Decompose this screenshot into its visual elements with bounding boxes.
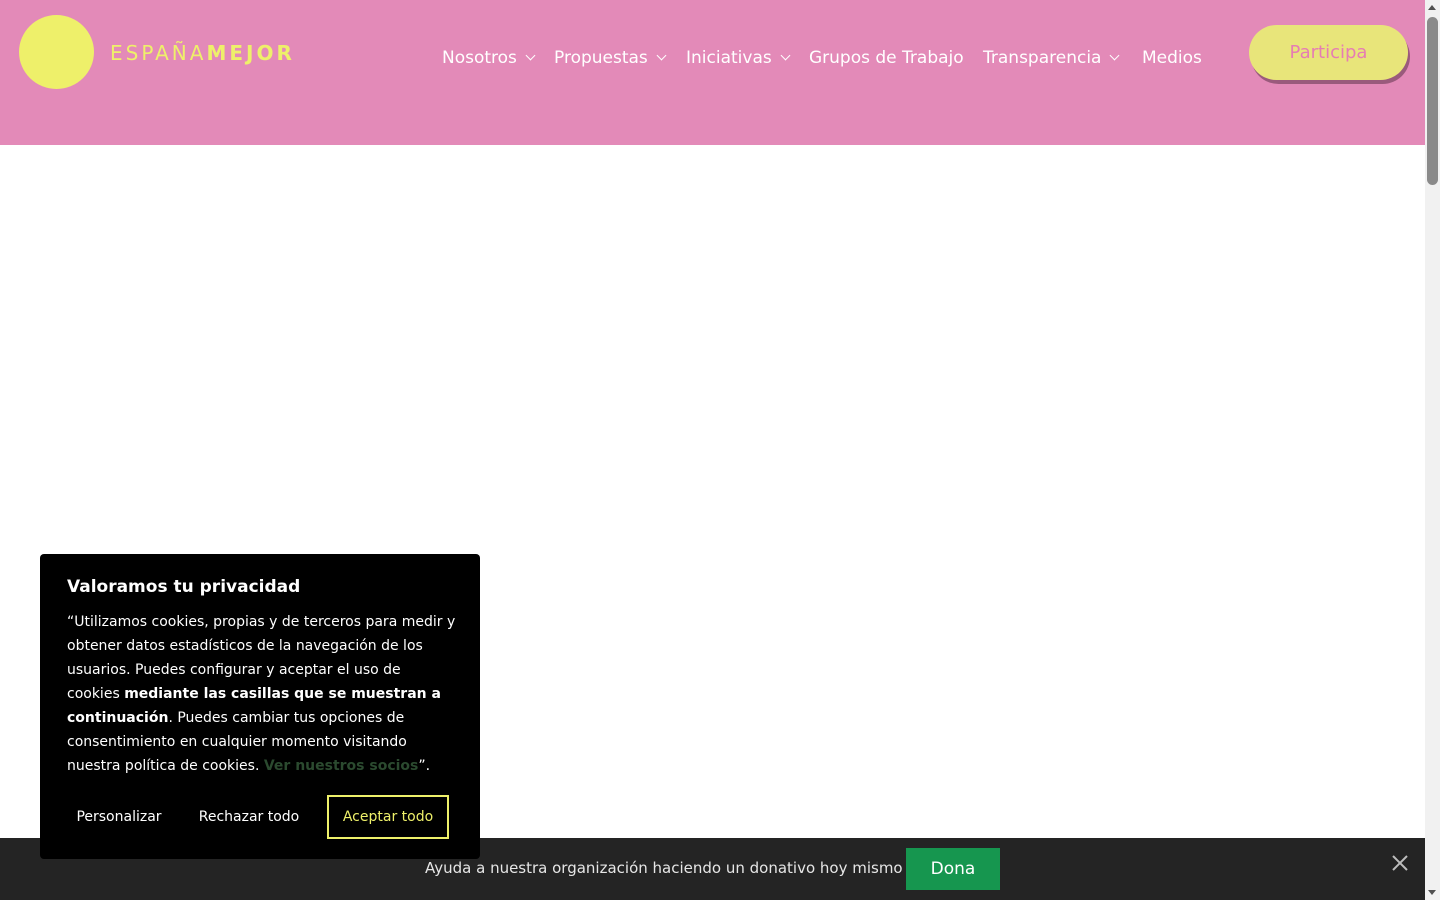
cookie-consent-banner: Valoramos tu privacidad “Utilizamos cook… [40, 554, 480, 859]
nav-item-label: Transparencia [983, 48, 1102, 68]
nav-item-nosotros[interactable]: Nosotros [442, 45, 536, 71]
nav-item-transparencia[interactable]: Transparencia [983, 45, 1120, 71]
partners-link[interactable]: Ver nuestros socios [264, 758, 419, 774]
site-header: ESPAÑAMEJOR Nosotros Propuestas Iniciati… [0, 0, 1425, 145]
nav-item-medios[interactable]: Medios [1142, 45, 1202, 71]
chevron-down-icon [780, 50, 791, 61]
nav-item-propuestas[interactable]: Propuestas [554, 45, 667, 71]
customize-button[interactable]: Personalizar [61, 795, 177, 839]
chevron-down-icon [1110, 50, 1120, 61]
chevron-down-icon [525, 50, 536, 61]
cookie-buttons: Personalizar Rechazar todo Aceptar todo [67, 795, 449, 839]
nav-item-grupos-de-trabajo[interactable]: Grupos de Trabajo [809, 45, 964, 71]
nav-item-iniciativas[interactable]: Iniciativas [686, 45, 791, 71]
close-icon[interactable] [1390, 853, 1410, 873]
cookie-text-end: ”. [418, 758, 431, 774]
chevron-down-icon [656, 50, 667, 61]
nav-item-label: Propuestas [554, 48, 648, 68]
scroll-down-arrow-icon[interactable] [1428, 890, 1436, 895]
cookie-description: “Utilizamos cookies, propias y de tercer… [67, 610, 457, 778]
donate-button[interactable]: Dona [906, 848, 1000, 890]
scroll-up-arrow-icon[interactable] [1428, 5, 1436, 10]
nav-item-label: Iniciativas [686, 48, 772, 68]
page-scrollbar[interactable] [1425, 0, 1440, 900]
nav-item-label: Grupos de Trabajo [809, 48, 964, 68]
cookie-title: Valoramos tu privacidad [67, 577, 301, 597]
nav-item-label: Nosotros [442, 48, 517, 68]
reject-all-button[interactable]: Rechazar todo [189, 795, 309, 839]
donation-text: Ayuda a nuestra organización haciendo un… [425, 859, 903, 877]
nav-item-label: Medios [1142, 48, 1202, 68]
logo-circle[interactable] [19, 15, 94, 89]
logo-text-light: ESPAÑA [110, 41, 207, 65]
scrollbar-thumb[interactable] [1427, 17, 1438, 185]
participa-button[interactable]: Participa [1249, 25, 1408, 80]
logo-text-bold: MEJOR [206, 41, 295, 65]
accept-all-button[interactable]: Aceptar todo [327, 795, 449, 839]
logo-wordmark[interactable]: ESPAÑAMEJOR [110, 41, 295, 65]
